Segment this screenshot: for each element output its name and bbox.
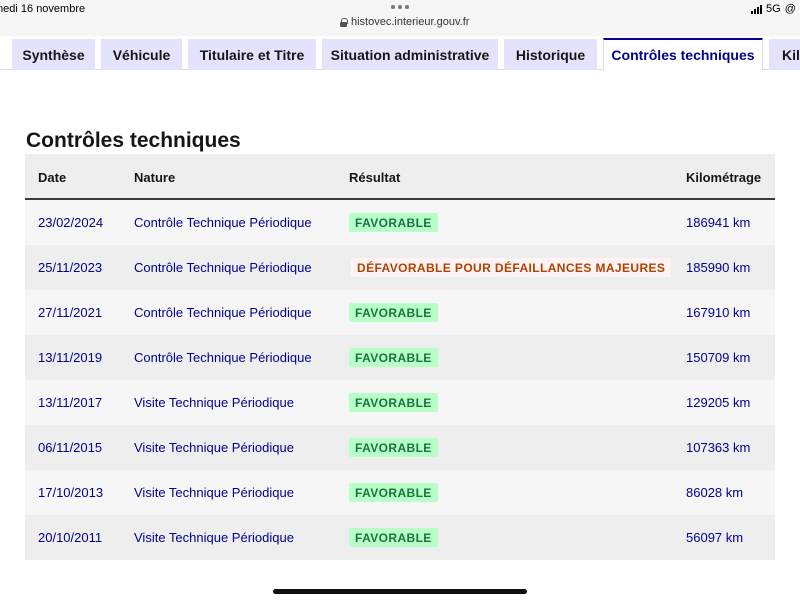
status-indicators: 5G @ 2 <box>751 3 800 15</box>
row-nature: Visite Technique Périodique <box>134 530 294 545</box>
status-bar: medi 16 novembre histovec.interieur.gouv… <box>0 0 800 36</box>
main-content: Contrôles techniques Date Nature Résulta… <box>0 70 800 600</box>
controles-table: Date Nature Résultat Kilométrage 23/02/2… <box>25 154 775 560</box>
table-row: 06/11/2015 Visite Technique Périodique F… <box>25 425 775 470</box>
row-km: 129205 km <box>686 395 751 410</box>
status-date: medi 16 novembre <box>0 3 86 15</box>
tab-titulaire-et-titre[interactable]: Titulaire et Titre <box>188 39 316 70</box>
url-text: histovec.interieur.gouv.fr <box>351 16 470 28</box>
row-nature: Visite Technique Périodique <box>134 485 294 500</box>
row-km: 150709 km <box>686 350 751 365</box>
row-date: 06/11/2015 <box>38 440 103 455</box>
table-row: 17/10/2013 Visite Technique Périodique F… <box>25 470 775 515</box>
row-km: 56097 km <box>686 530 744 545</box>
more-dots-icon[interactable] <box>390 3 410 11</box>
table-row: 23/02/2024 Contrôle Technique Périodique… <box>25 200 775 245</box>
result-badge: FAVORABLE <box>349 483 438 502</box>
table-header: Date Nature Résultat Kilométrage <box>25 154 775 200</box>
row-date: 20/10/2011 <box>38 530 103 545</box>
signal-icon <box>751 4 763 14</box>
tab-controles-techniques[interactable]: Contrôles techniques <box>603 38 763 70</box>
table-row: 20/10/2011 Visite Technique Périodique F… <box>25 515 775 560</box>
section-title: Contrôles techniques <box>26 129 241 152</box>
row-nature: Visite Technique Périodique <box>134 440 294 455</box>
result-badge: FAVORABLE <box>349 213 438 232</box>
tab-vehicule[interactable]: Véhicule <box>101 39 182 70</box>
row-date: 13/11/2017 <box>38 395 103 410</box>
row-km: 186941 km <box>686 215 751 230</box>
result-badge: FAVORABLE <box>349 393 438 412</box>
tab-historique[interactable]: Historique <box>504 39 597 70</box>
home-indicator[interactable] <box>273 589 527 594</box>
tab-synthese[interactable]: Synthèse <box>12 39 95 70</box>
row-nature: Contrôle Technique Périodique <box>134 350 312 365</box>
table-row: 13/11/2019 Contrôle Technique Périodique… <box>25 335 775 380</box>
result-badge: FAVORABLE <box>349 528 438 547</box>
result-badge: DÉFAVORABLE POUR DÉFAILLANCES MAJEURES <box>351 258 672 277</box>
header-date: Date <box>38 170 67 185</box>
tab-situation-administrative[interactable]: Situation administrative <box>322 39 498 70</box>
row-nature: Contrôle Technique Périodique <box>134 305 312 320</box>
table-row: 13/11/2017 Visite Technique Périodique F… <box>25 380 775 425</box>
result-badge: FAVORABLE <box>349 438 438 457</box>
result-badge: FAVORABLE <box>349 303 438 322</box>
header-km: Kilométrage <box>686 170 762 185</box>
at-icon: @ <box>784 3 796 15</box>
row-date: 17/10/2013 <box>38 485 104 500</box>
lock-icon <box>340 17 348 27</box>
row-date: 27/11/2021 <box>38 305 103 320</box>
row-nature: Visite Technique Périodique <box>134 395 294 410</box>
row-nature: Contrôle Technique Périodique <box>134 260 312 275</box>
header-result: Résultat <box>349 170 401 185</box>
row-km: 86028 km <box>686 485 744 500</box>
tab-bar: Synthèse Véhicule Titulaire et Titre Sit… <box>0 36 800 70</box>
header-nature: Nature <box>134 170 176 185</box>
address-bar[interactable]: histovec.interieur.gouv.fr <box>340 16 469 28</box>
table-row: 25/11/2023 Contrôle Technique Périodique… <box>25 245 775 290</box>
row-date: 25/11/2023 <box>38 260 103 275</box>
row-km: 107363 km <box>686 440 751 455</box>
row-date: 23/02/2024 <box>38 215 104 230</box>
table-row: 27/11/2021 Contrôle Technique Périodique… <box>25 290 775 335</box>
tab-kilometrage[interactable]: Kilo <box>769 39 800 70</box>
row-km: 167910 km <box>686 305 751 320</box>
row-km: 185990 km <box>686 260 751 275</box>
row-date: 13/11/2019 <box>38 350 103 365</box>
result-badge: FAVORABLE <box>349 348 438 367</box>
row-nature: Contrôle Technique Périodique <box>134 215 312 230</box>
network-label: 5G <box>766 3 781 15</box>
